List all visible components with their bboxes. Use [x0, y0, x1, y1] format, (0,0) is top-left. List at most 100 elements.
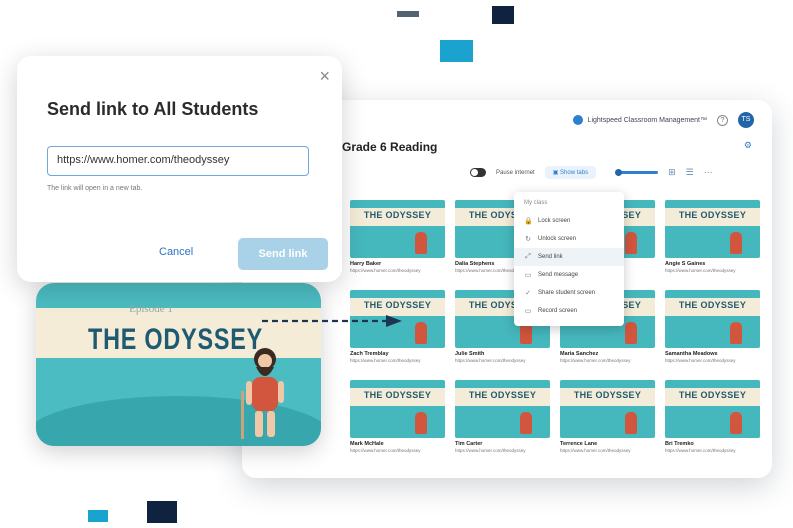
more-icon[interactable]: ⋯: [704, 167, 713, 178]
student-screen-thumbnail: THE ODYSSEY: [665, 290, 760, 348]
menu-item-label: Share student screen: [538, 290, 596, 296]
student-name: Terrence Lane: [560, 441, 598, 447]
app-header: Lightspeed Classroom Management™ ? TS: [572, 112, 754, 128]
grid-view-icon[interactable]: ⊞: [668, 167, 676, 178]
menu-item-send-message[interactable]: ▭ Send message: [514, 266, 624, 284]
decor-square: [147, 501, 177, 523]
homer-figure: [520, 412, 532, 434]
menu-item-unlock-screen[interactable]: ↻ Unlock screen: [514, 230, 624, 248]
student-tile[interactable]: THE ODYSSEY Mark McHale https://www.homer.…: [350, 380, 445, 458]
odyssey-video-thumbnail: Episode 1 THE ODYSSEY: [36, 283, 321, 446]
student-url: https://www.homer.com/theodyssey: [455, 448, 526, 453]
student-url: https://www.homer.com/theodyssey: [455, 358, 526, 363]
decor-square: [440, 40, 473, 62]
student-tile[interactable]: THE ODYSSEY Angie S Gaines https://www.hom…: [665, 200, 760, 278]
student-name: Mark McHale: [350, 441, 384, 447]
student-name: Samantha Meadows: [665, 351, 718, 357]
thumbnail-title: THE ODYSSEY: [468, 390, 537, 400]
message-icon: ▭: [524, 272, 532, 279]
homer-figure: [625, 322, 637, 344]
menu-item-label: Lock screen: [538, 218, 571, 224]
student-name: Tim Carter: [455, 441, 483, 447]
cancel-button[interactable]: Cancel: [159, 246, 193, 258]
thumbnail-title: THE ODYSSEY: [678, 390, 747, 400]
student-url: https://www.homer.com/theodyssey: [665, 358, 736, 363]
record-icon: ▭: [524, 308, 532, 315]
student-url: https://www.homer.com/theodyssey: [665, 268, 736, 273]
url-input[interactable]: https://www.homer.com/theodyssey: [47, 146, 309, 176]
student-name: Bri Tremko: [665, 441, 694, 447]
show-tabs-button[interactable]: ▣ Show tabs: [544, 166, 597, 179]
student-tile[interactable]: THE ODYSSEY Harry Baker https://www.homer.…: [350, 200, 445, 278]
unlock-icon: ↻: [525, 236, 531, 243]
homer-figure: [415, 322, 427, 344]
homer-figure: [415, 412, 427, 434]
decor-square: [492, 6, 514, 24]
video-title: THE ODYSSEY: [88, 323, 264, 356]
thumbnail-title: THE ODYSSEY: [678, 210, 747, 220]
episode-label: Episode 1: [129, 303, 173, 315]
homer-figure: [625, 232, 637, 254]
homer-illustration: [241, 348, 284, 439]
decor-square: [88, 510, 108, 522]
menu-item-label: Unlock screen: [538, 236, 577, 242]
student-url: https://www.homer.com/theodyssey: [350, 448, 421, 453]
zoom-slider[interactable]: [615, 169, 659, 176]
thumbnail-title: THE ODYSSEY: [678, 300, 747, 310]
student-screen-thumbnail: THE ODYSSEY: [455, 380, 550, 438]
homer-figure: [730, 232, 742, 254]
dashed-arrow: [262, 315, 402, 327]
student-screen-thumbnail: THE ODYSSEY: [665, 200, 760, 258]
brand: Lightspeed Classroom Management™: [572, 115, 707, 125]
thumbnail-title: THE ODYSSEY: [363, 210, 432, 220]
student-tile[interactable]: THE ODYSSEY Bri Tremko https://www.homer.c…: [665, 380, 760, 458]
student-url: https://www.homer.com/theodyssey: [350, 358, 421, 363]
student-tile[interactable]: THE ODYSSEY Tim Carter https://www.homer.c…: [455, 380, 550, 458]
send-link-button[interactable]: Send link: [238, 238, 328, 270]
pause-internet-label: Pause internet: [496, 169, 535, 176]
menu-header: My class: [524, 200, 548, 206]
student-name: Angie S Gaines: [665, 261, 706, 267]
student-screen-thumbnail: THE ODYSSEY: [350, 380, 445, 438]
student-tile[interactable]: THE ODYSSEY Zach Tremblay https://www.home…: [350, 290, 445, 368]
student-screen-thumbnail: THE ODYSSEY: [560, 380, 655, 438]
menu-item-send-link[interactable]: ⤢ Send link: [514, 248, 624, 266]
student-url: https://www.homer.com/theodyssey: [350, 268, 421, 273]
decor-square: [397, 11, 419, 17]
tabs-icon: ▣: [552, 170, 561, 176]
url-hint: The link will open in a new tab.: [47, 185, 143, 192]
student-screen-thumbnail: THE ODYSSEY: [665, 380, 760, 438]
brand-logo-icon: [572, 115, 583, 125]
student-url: https://www.homer.com/theodyssey: [560, 358, 631, 363]
homer-figure: [730, 412, 742, 434]
student-tile[interactable]: THE ODYSSEY Terrence Lane https://www.home…: [560, 380, 655, 458]
thumbnail-title: THE ODYSSEY: [573, 390, 642, 400]
promo-stage: Lightspeed Classroom Management™ ? TS Gr…: [0, 0, 793, 528]
menu-item-label: Send link: [538, 254, 563, 260]
student-tile[interactable]: THE ODYSSEY Samantha Meadows https://www.h…: [665, 290, 760, 368]
lock-icon: 🔒: [524, 218, 533, 225]
context-menu: My class 🔒 Lock screen ↻ Unlock screen ⤢ Send…: [514, 192, 624, 326]
student-url: https://www.homer.com/theodyssey: [665, 448, 736, 453]
settings-icon[interactable]: ⚙: [744, 140, 752, 151]
student-name: Zach Tremblay: [350, 351, 389, 357]
student-screen-thumbnail: THE ODYSSEY: [350, 200, 445, 258]
student-name: Maria Sanchez: [560, 351, 599, 357]
brand-name: Lightspeed Classroom Management™: [587, 116, 707, 124]
menu-item-record-screen[interactable]: ▭ Record screen: [514, 302, 624, 320]
dialog-title: Send link to All Students: [47, 99, 259, 119]
student-name: Julie Smith: [455, 351, 485, 357]
pause-internet-toggle[interactable]: [470, 168, 486, 177]
close-icon[interactable]: ×: [319, 66, 330, 87]
student-url: https://www.homer.com/theodyssey: [560, 448, 631, 453]
thumbnail-title: THE ODYSSEY: [363, 300, 432, 310]
menu-item-share-student-screen[interactable]: ✓ Share student screen: [514, 284, 624, 302]
list-view-icon[interactable]: ☰: [686, 167, 694, 178]
help-icon[interactable]: ?: [717, 114, 728, 126]
send-link-dialog: × Send link to All Students https://www.…: [17, 56, 342, 282]
avatar[interactable]: TS: [738, 112, 754, 128]
menu-item-lock-screen[interactable]: 🔒 Lock screen: [514, 212, 624, 230]
link-icon: ⤢: [525, 253, 531, 260]
homer-figure: [415, 232, 427, 254]
toolbar: Pause internet ▣ Show tabs ⊞ ☰ ⋯: [470, 166, 713, 179]
